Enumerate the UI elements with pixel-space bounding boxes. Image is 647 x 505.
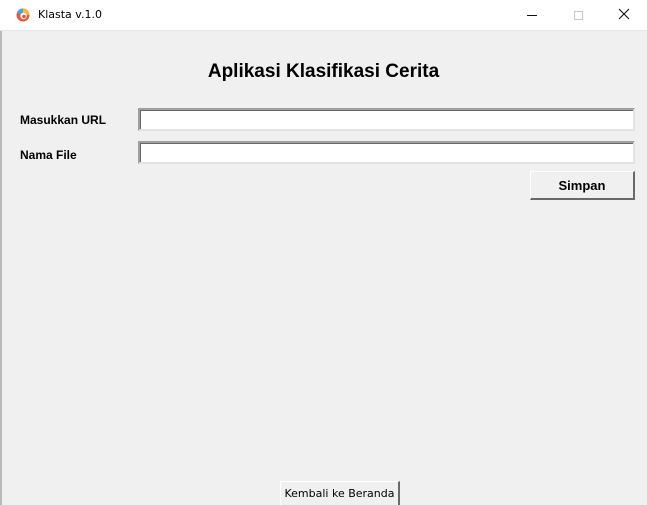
close-icon [618, 7, 630, 25]
minimize-icon [527, 15, 537, 16]
minimize-button[interactable] [509, 0, 555, 31]
filename-input[interactable] [138, 141, 635, 164]
window-title: Klasta v.1.0 [38, 8, 102, 21]
back-to-home-button[interactable]: Kembali ke Beranda [280, 481, 400, 505]
url-input[interactable] [138, 108, 635, 131]
save-button[interactable]: Simpan [530, 171, 635, 200]
maximize-button[interactable] [555, 0, 601, 31]
app-logo-icon [16, 8, 30, 22]
title-bar[interactable]: Klasta v.1.0 [0, 0, 647, 31]
url-label: Masukkan URL [20, 113, 107, 127]
window-border [0, 31, 2, 505]
maximize-icon [573, 11, 583, 20]
filename-label: Nama File [20, 148, 77, 162]
app-window: Klasta v.1.0 Aplikasi Klasifikasi Cerita… [0, 0, 647, 505]
close-button[interactable] [601, 0, 647, 31]
page-title: Aplikasi Klasifikasi Cerita [207, 61, 440, 82]
